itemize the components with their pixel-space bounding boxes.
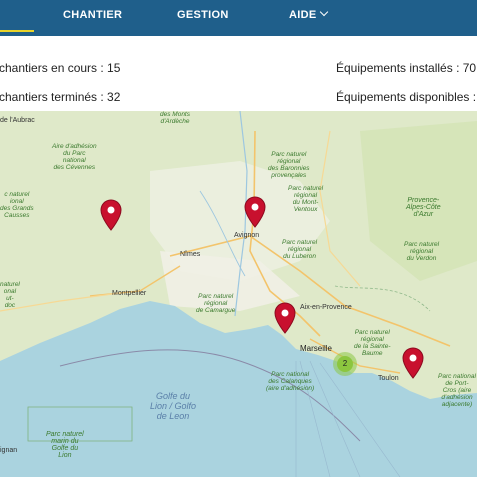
tab-aide-label: AIDE [289, 9, 317, 21]
map-marker-pin[interactable] [274, 302, 296, 334]
map-label-alpes-cote-azur: Provence- Alpes-Côte d'Azur [406, 197, 441, 218]
map-label-lignan: ignan [0, 447, 18, 454]
map-label-montpellier: Montpellier [112, 290, 147, 297]
cluster-count: 2 [337, 356, 353, 372]
stat-equipements-disponibles: Équipements disponibles : 0 [336, 90, 477, 104]
stat-equipements-installes: Équipements installés : 70 [336, 61, 477, 75]
map-label-calanques: Parc national des Calanques (aire d'adhé… [266, 371, 315, 392]
map-label-golfe-du-lion: Golfe du Lion / Golfo de Leon [150, 391, 197, 421]
stat-chantiers-en-cours: chantiers en cours : 15 [0, 61, 121, 75]
map-label-golfe-lion-marin: Parc naturel marin du Golfe du Lion [46, 431, 84, 459]
map-label-port-cros: Parc national de Port- Cros (aire d'adhé… [438, 373, 476, 408]
map-marker-pin[interactable] [100, 199, 122, 231]
map-label-sainte-baume: Parc naturel régional de la Sainte- Baum… [354, 329, 391, 357]
map-label-baronnies: Parc naturel régional des Baronnies prov… [268, 151, 310, 179]
map-marker-pin[interactable] [402, 347, 424, 379]
map-label-marseille: Marseille [300, 344, 333, 353]
map-label-toulon: Toulon [378, 375, 399, 382]
tab-chantier[interactable]: CHANTIER [63, 0, 122, 36]
map-label-aix: Aix-en-Provence [300, 304, 352, 311]
top-navigation-bar: CHANTIER GESTION AIDE [0, 0, 477, 36]
map-label-haut-languedoc: naturel onal ut- doc [0, 281, 20, 309]
map-label-cevennes: Aire d'adhésion du Parc national des Cév… [52, 143, 97, 171]
map-label-aubrac: de l'Aubrac [0, 117, 35, 124]
tab-aide[interactable]: AIDE [289, 0, 329, 36]
map-marker-cluster[interactable]: 2 [333, 352, 357, 376]
map-label-verdon: Parc naturel régional du Verdon [404, 241, 440, 262]
map-label-luberon: Parc naturel régional du Luberon [282, 239, 318, 260]
map-label-ardeche: des Monts d'Ardèche [160, 111, 190, 125]
map-label-grands-causses: c naturel ional des Grands Causses [0, 191, 34, 219]
map-label-ventoux: Parc naturel régional du Mont- Ventoux [288, 185, 324, 213]
stat-chantiers-termines: chantiers terminés : 32 [0, 90, 121, 104]
map-label-avignon: Avignon [234, 232, 260, 239]
chevron-down-icon [320, 7, 329, 17]
tab-gestion[interactable]: GESTION [177, 0, 229, 36]
active-tab-indicator [0, 30, 34, 32]
map-view[interactable]: de l'Aubrac des Monts d'Ardèche Aire d'a… [0, 111, 477, 477]
map-marker-pin[interactable] [244, 196, 266, 228]
map-label-nimes: Nîmes [180, 251, 201, 258]
map-label-camargue: Parc naturel régional de Camargue [196, 293, 236, 314]
